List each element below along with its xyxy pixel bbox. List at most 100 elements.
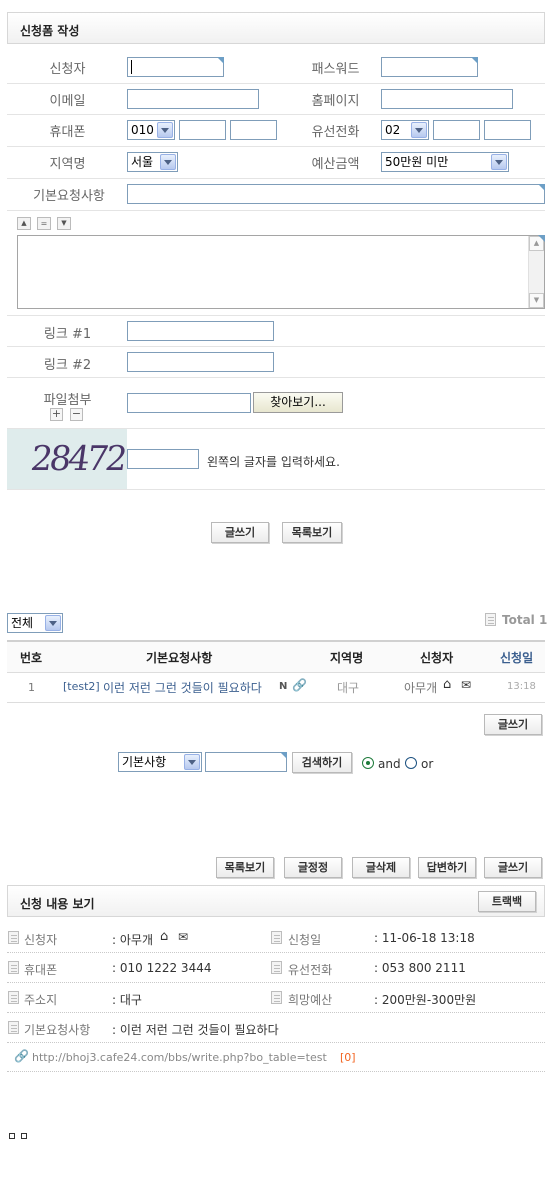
textarea-scrollbar[interactable]: ▲ ▼ [528,236,544,308]
document-icon [271,991,282,1004]
radio-and-dot [366,761,370,765]
divider [7,315,545,316]
link1-input[interactable] [127,321,274,341]
square-icon [21,1133,27,1139]
search-button[interactable]: 검색하기 [292,752,352,773]
form-title: 신청폼 작성 [20,24,80,38]
region-select[interactable]: 서울 [127,152,178,172]
budget-label: 예산금액 [311,157,360,172]
row-author[interactable]: 아무개 [404,679,437,696]
search-input[interactable] [205,752,287,772]
search-field-select[interactable]: 기본사항 [118,752,202,772]
date-field-label: 신청일 [288,933,322,947]
captcha-text: 28472 [28,439,127,479]
budget-field-value: : 200만원-300만원 [374,993,477,1007]
divider [7,377,545,378]
text-cursor [131,60,132,74]
board-write-button[interactable]: 글쓰기 [484,714,542,735]
divider [7,146,545,147]
landline-prefix-value: 02 [385,123,401,137]
budget-value: 50만원 미만 [385,155,449,169]
textarea-reset-button[interactable]: = [37,217,51,230]
browse-button[interactable]: 찾아보기... [253,392,343,413]
link1-label: 링크 #1 [43,327,92,342]
file-attach-label: 파일첨부 [43,393,92,408]
radio-or[interactable] [405,757,417,769]
mobile-last-input[interactable] [230,120,277,140]
link-url[interactable]: http://bhoj3.cafe24.com/bbs/write.php?bo… [32,1051,327,1064]
applicant-input[interactable] [127,57,224,77]
search-field-value: 기본사항 [122,755,167,769]
home-icon[interactable]: ⌂ [160,929,168,944]
landline-middle-input[interactable] [433,120,480,140]
view-header: 신청 내용 보기 트랙백 [7,885,545,917]
category-value: 전체 [11,616,34,630]
view-title: 신청 내용 보기 [20,897,95,911]
chevron-down-icon [411,122,427,138]
request-field-value: : 이런 저런 그런 것들이 필요하다 [112,1023,279,1037]
scroll-down-icon[interactable]: ▼ [529,293,544,308]
content-textarea[interactable]: ▲ ▼ [17,235,545,309]
region-value: 서울 [131,155,154,169]
row-number: 1 [28,681,35,694]
table-row: 1 [test2] 이런 저런 그런 것들이 필요하다 N 🔗 대구 아무개 ⌂… [7,673,545,702]
link-icon: 🔗 [14,1049,29,1063]
document-icon [485,613,496,626]
password-input[interactable] [381,57,478,77]
applicant-field-value: : 아무개 [112,933,153,947]
remove-file-icon[interactable]: − [70,408,83,421]
reply-button[interactable]: 답변하기 [418,857,476,878]
mobile-label: 휴대폰 [49,125,86,140]
email-input[interactable] [127,89,259,109]
email-label: 이메일 [49,94,86,109]
landline-prefix-select[interactable]: 02 [381,120,429,140]
homepage-input[interactable] [381,89,513,109]
row-category[interactable]: [test2] [63,680,100,693]
textarea-expand-button[interactable]: ▼ [57,217,71,230]
add-file-icon[interactable]: + [50,408,63,421]
password-label: 패스워드 [311,62,360,77]
mail-icon[interactable]: ✉ [178,930,188,944]
view-list-button[interactable]: 목록보기 [216,857,274,878]
document-icon [8,961,19,974]
file-path-input[interactable] [127,393,251,413]
delete-button[interactable]: 글삭제 [352,857,410,878]
link-count: [0] [340,1051,356,1064]
radio-and[interactable] [362,757,374,769]
write-submit-button[interactable]: 글쓰기 [211,522,269,543]
scroll-up-icon[interactable]: ▲ [529,236,544,251]
chevron-down-icon [184,754,200,770]
link-icon: 🔗 [292,678,307,692]
link2-input[interactable] [127,352,274,372]
captcha-hint: 왼쪽의 글자를 입력하세요. [207,455,340,469]
chevron-down-icon [491,154,507,170]
captcha-input[interactable] [127,449,199,469]
landline-last-input[interactable] [484,120,531,140]
mail-icon[interactable]: ✉ [461,678,471,692]
col-date[interactable]: 신청일 [500,649,533,666]
mobile-prefix-select[interactable]: 010 [127,120,175,140]
category-select[interactable]: 전체 [7,613,63,633]
edit-button[interactable]: 글정정 [284,857,342,878]
table-header: 번호 기본요청사항 지역명 신청자 신청일 [7,642,545,672]
radio-or-label[interactable]: or [421,757,433,771]
homepage-label: 홈페이지 [311,94,360,109]
col-number: 번호 [20,651,43,665]
chevron-down-icon [45,615,61,631]
form-list-button[interactable]: 목록보기 [282,522,342,543]
address-field-label: 주소지 [24,993,58,1007]
basic-request-input[interactable] [127,184,545,204]
total-count: Total 1 [502,613,548,627]
mobile-middle-input[interactable] [179,120,226,140]
view-write-button[interactable]: 글쓰기 [484,857,542,878]
radio-and-label[interactable]: and [378,757,401,771]
trackback-button[interactable]: 트랙백 [478,891,536,912]
textarea-shrink-button[interactable]: ▲ [17,217,31,230]
row-title-link[interactable]: 이런 저런 그런 것들이 필요하다 [103,679,262,696]
document-icon [8,991,19,1004]
home-icon[interactable]: ⌂ [443,677,451,692]
divider [7,1012,545,1013]
col-region: 지역명 [330,651,364,665]
mobile-field-value: : 010 1222 3444 [112,961,212,975]
budget-select[interactable]: 50만원 미만 [381,152,509,172]
